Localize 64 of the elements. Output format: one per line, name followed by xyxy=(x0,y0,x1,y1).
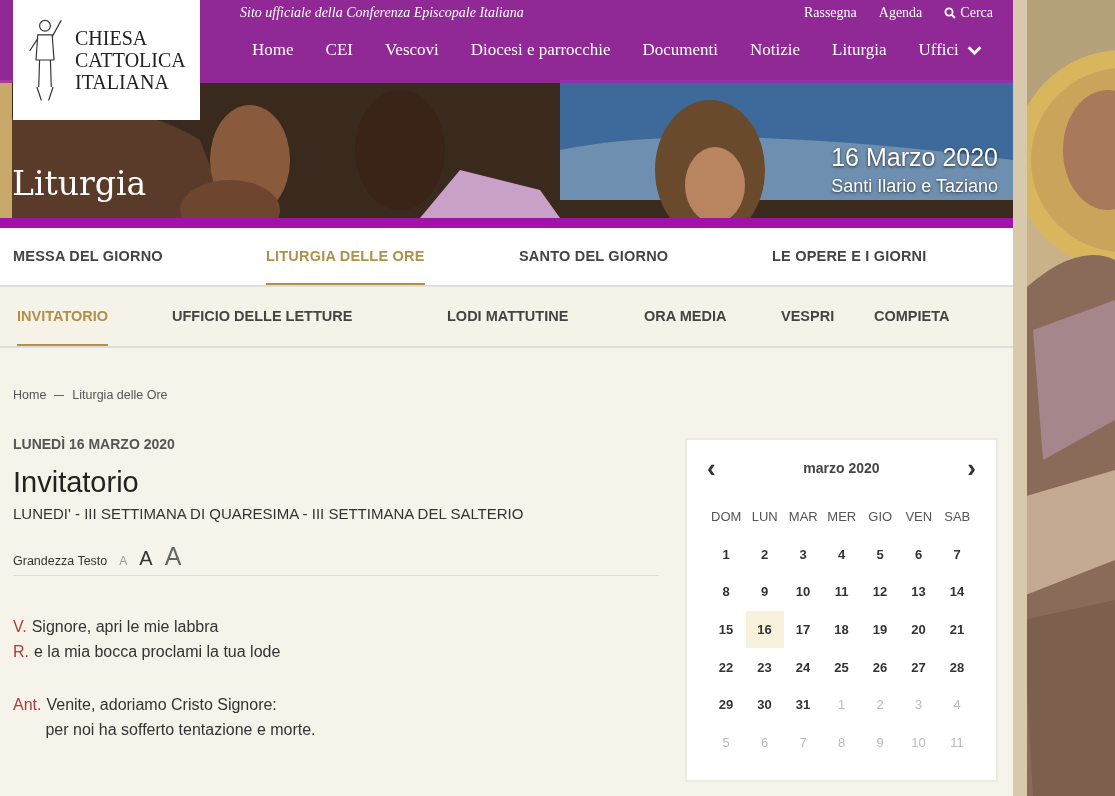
weekday-label: VEN xyxy=(905,508,933,527)
calendar-day[interactable]: 11 xyxy=(822,573,861,611)
calendar-day[interactable]: 19 xyxy=(861,611,899,649)
tab[interactable]: SANTO DEL GIORNO xyxy=(519,228,669,285)
calendar-day[interactable]: 9 xyxy=(745,573,784,611)
subtab[interactable]: LODI MATTUTINE xyxy=(447,287,569,346)
subtitle: LUNEDI' - III SETTIMANA DI QUARESIMA - III SETTIMANA DEL SALTERIO xyxy=(13,505,525,522)
calendar-day[interactable]: 25 xyxy=(822,648,861,686)
calendar-day[interactable]: 23 xyxy=(745,648,784,686)
calendar-day[interactable]: 14 xyxy=(938,573,976,611)
text-size-option[interactable]: A xyxy=(139,547,153,570)
weekday-label: MER xyxy=(827,508,857,527)
text-size-label: Grandezza Testo xyxy=(13,554,108,568)
text-size-option[interactable]: A xyxy=(164,542,182,571)
calendar-day[interactable]: 26 xyxy=(861,648,899,686)
calendar-day[interactable]: 22 xyxy=(707,648,745,686)
calendar-day[interactable]: 30 xyxy=(745,686,784,724)
subtab[interactable]: UFFICIO DELLE LETTURE xyxy=(172,287,353,346)
calendar-day[interactable]: 12 xyxy=(861,573,899,611)
calendar-day[interactable]: 18 xyxy=(822,611,861,649)
calendar-day[interactable]: 13 xyxy=(899,573,938,611)
subtab[interactable]: ORA MEDIA xyxy=(644,287,727,346)
calendar-day[interactable]: 6 xyxy=(899,535,938,573)
weekday-label: MAR xyxy=(788,508,818,527)
calendar-day[interactable]: 31 xyxy=(784,686,822,724)
calendar-day[interactable]: 2 xyxy=(745,535,784,573)
calendar-day[interactable]: 21 xyxy=(938,611,976,649)
calendar-day[interactable]: 15 xyxy=(707,611,745,649)
verse-text: Signore, apri le mie labbra xyxy=(31,617,219,637)
page-title: Invitatorio xyxy=(13,466,140,499)
weekday-label: GIO xyxy=(868,508,893,527)
calendar-day[interactable]: 10 xyxy=(784,573,822,611)
breadcrumb-link[interactable]: Home xyxy=(13,388,47,402)
calendar-day[interactable]: 24 xyxy=(784,648,822,686)
calendar-day[interactable]: 17 xyxy=(784,611,822,649)
breadcrumb-link[interactable]: Liturgia delle Ore xyxy=(72,388,168,402)
date-heading: LUNEDÌ 16 MARZO 2020 xyxy=(13,436,176,452)
tab[interactable]: LE OPERE E I GIORNI xyxy=(772,228,927,285)
weekday-label: SAB xyxy=(944,508,971,527)
calendar-day[interactable]: 5 xyxy=(861,535,899,573)
calendar-day[interactable]: 20 xyxy=(899,611,938,649)
calendar-day[interactable]: 1 xyxy=(707,535,745,573)
verse-marker: R. xyxy=(13,642,29,662)
verse-text: e la mia bocca proclami la tua lode xyxy=(34,642,281,662)
next-month-button[interactable]: › xyxy=(967,455,976,481)
weekday-label: LUN xyxy=(751,508,778,527)
calendar-day[interactable]: 28 xyxy=(938,648,976,686)
calendar-day[interactable]: 29 xyxy=(707,686,745,724)
weekday-label: DOM xyxy=(711,508,742,527)
calendar-day[interactable]: 8 xyxy=(707,573,745,611)
subtab[interactable]: COMPIETA xyxy=(874,287,950,346)
verse-text: per noi ha sofferto tentazione e morte. xyxy=(45,720,316,740)
verse-marker: V. xyxy=(13,617,27,637)
calendar-day[interactable]: 3 xyxy=(784,535,822,573)
calendar-day[interactable]: 16 xyxy=(745,611,784,649)
calendar-day[interactable]: 27 xyxy=(899,648,938,686)
tab[interactable]: MESSA DEL GIORNO xyxy=(13,228,163,285)
verse-text: Venite, adoriamo Cristo Signore: xyxy=(46,695,277,715)
verse-marker: Ant. xyxy=(13,695,42,715)
calendar-day[interactable]: 4 xyxy=(822,535,861,573)
subtab[interactable]: VESPRI xyxy=(781,287,835,346)
previous-month-button[interactable]: ‹ xyxy=(707,455,716,481)
calendar-day[interactable]: 7 xyxy=(938,535,976,573)
calendar-month: marzo 2020 xyxy=(803,460,880,476)
